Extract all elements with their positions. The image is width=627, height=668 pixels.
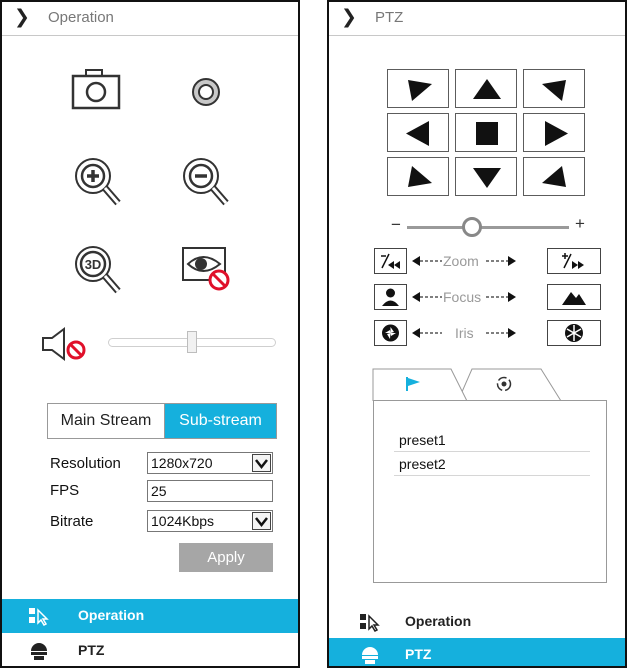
list-item[interactable]: preset1	[394, 428, 590, 452]
zoom-in-button[interactable]	[547, 248, 601, 274]
panel-title: Operation	[48, 9, 114, 26]
zoom-label: Zoom	[443, 253, 479, 269]
operation-panel-header[interactable]: ❯ Operation	[2, 2, 298, 36]
speaker-muted-icon[interactable]	[40, 324, 96, 364]
pan-down-left-button[interactable]	[387, 157, 449, 196]
arrow-right-icon	[486, 328, 516, 338]
chevron-right-icon[interactable]: ❯	[14, 6, 30, 28]
pan-down-right-button[interactable]	[523, 157, 585, 196]
nav-operation-label: Operation	[78, 607, 145, 623]
tilt-down-button[interactable]	[455, 157, 517, 196]
arrow-left-icon	[412, 256, 442, 266]
camera-snapshot-icon[interactable]	[69, 65, 127, 123]
apply-button[interactable]: Apply	[179, 543, 273, 572]
svg-text:3D: 3D	[85, 257, 102, 272]
panel-title: PTZ	[375, 9, 404, 26]
fps-label: FPS	[50, 482, 80, 499]
nav-ptz[interactable]: PTZ	[2, 634, 298, 666]
fps-input[interactable]: 25	[147, 480, 273, 502]
bitrate-value: 1024Kbps	[151, 513, 215, 529]
chevron-down-icon[interactable]	[252, 454, 271, 472]
pan-right-button[interactable]	[523, 113, 585, 152]
focus-far-button[interactable]	[547, 284, 601, 310]
resolution-value: 1280x720	[151, 455, 213, 471]
focus-label: Focus	[443, 289, 482, 305]
stream-tabs: Main Stream Sub-stream	[47, 403, 277, 439]
arrow-right-icon	[486, 256, 516, 266]
bitrate-select[interactable]: 1024Kbps	[147, 510, 273, 532]
tab-presets[interactable]	[373, 369, 453, 401]
list-item[interactable]: preset2	[394, 452, 590, 476]
speed-slider-track[interactable]	[407, 226, 569, 229]
pan-up-right-button[interactable]	[523, 69, 585, 108]
ptz-panel: ❯ PTZ − + Zoom Focus Iris preset1 preset…	[327, 0, 627, 668]
tab-sub-stream[interactable]: Sub-stream	[165, 404, 276, 438]
record-icon[interactable]	[177, 65, 235, 123]
resolution-label: Resolution	[50, 455, 121, 472]
tab-main-stream[interactable]: Main Stream	[48, 404, 165, 438]
operation-icon	[359, 612, 381, 632]
resolution-select[interactable]: 1280x720	[147, 452, 273, 474]
iris-open-button[interactable]	[547, 320, 601, 346]
iris-close-button[interactable]	[374, 320, 407, 346]
speed-slider-handle[interactable]	[461, 217, 482, 237]
nav-operation[interactable]: Operation	[329, 605, 625, 639]
bitrate-label: Bitrate	[50, 513, 94, 530]
tilt-up-button[interactable]	[455, 69, 517, 108]
nav-operation[interactable]: Operation	[2, 599, 298, 633]
pan-up-left-button[interactable]	[387, 69, 449, 108]
nav-ptz-label: PTZ	[405, 646, 432, 662]
volume-slider-handle[interactable]	[187, 331, 197, 353]
3d-zoom-icon[interactable]: 3D	[69, 240, 127, 298]
iris-label: Iris	[455, 325, 474, 341]
operation-icon	[28, 606, 50, 626]
operation-panel: ❯ Operation 3D Main Stream Sub-stream Re…	[0, 0, 300, 668]
eye-privacy-disabled-icon[interactable]	[177, 240, 235, 298]
focus-near-button[interactable]	[374, 284, 407, 310]
preset-list: preset1 preset2	[373, 400, 607, 583]
zoom-in-icon[interactable]	[69, 152, 127, 210]
nav-operation-label: Operation	[405, 613, 472, 629]
arrow-right-icon	[486, 292, 516, 302]
zoom-out-icon[interactable]	[177, 152, 235, 210]
flag-icon	[406, 377, 420, 391]
ptz-dome-icon	[28, 641, 50, 661]
speed-plus-label: +	[575, 214, 585, 233]
nav-ptz[interactable]: PTZ	[329, 638, 625, 666]
chevron-right-icon[interactable]: ❯	[341, 6, 357, 28]
ptz-panel-header[interactable]: ❯ PTZ	[329, 2, 625, 36]
chevron-down-icon[interactable]	[252, 512, 271, 530]
zoom-out-button[interactable]	[374, 248, 407, 274]
pan-left-button[interactable]	[387, 113, 449, 152]
cruise-icon	[496, 376, 512, 392]
arrow-left-icon	[412, 292, 442, 302]
arrow-left-icon	[412, 328, 442, 338]
stop-button[interactable]	[455, 113, 517, 152]
nav-ptz-label: PTZ	[78, 642, 105, 658]
tab-cruise[interactable]	[469, 369, 539, 401]
ptz-dome-icon	[359, 645, 381, 665]
speed-minus-label: −	[391, 215, 401, 234]
